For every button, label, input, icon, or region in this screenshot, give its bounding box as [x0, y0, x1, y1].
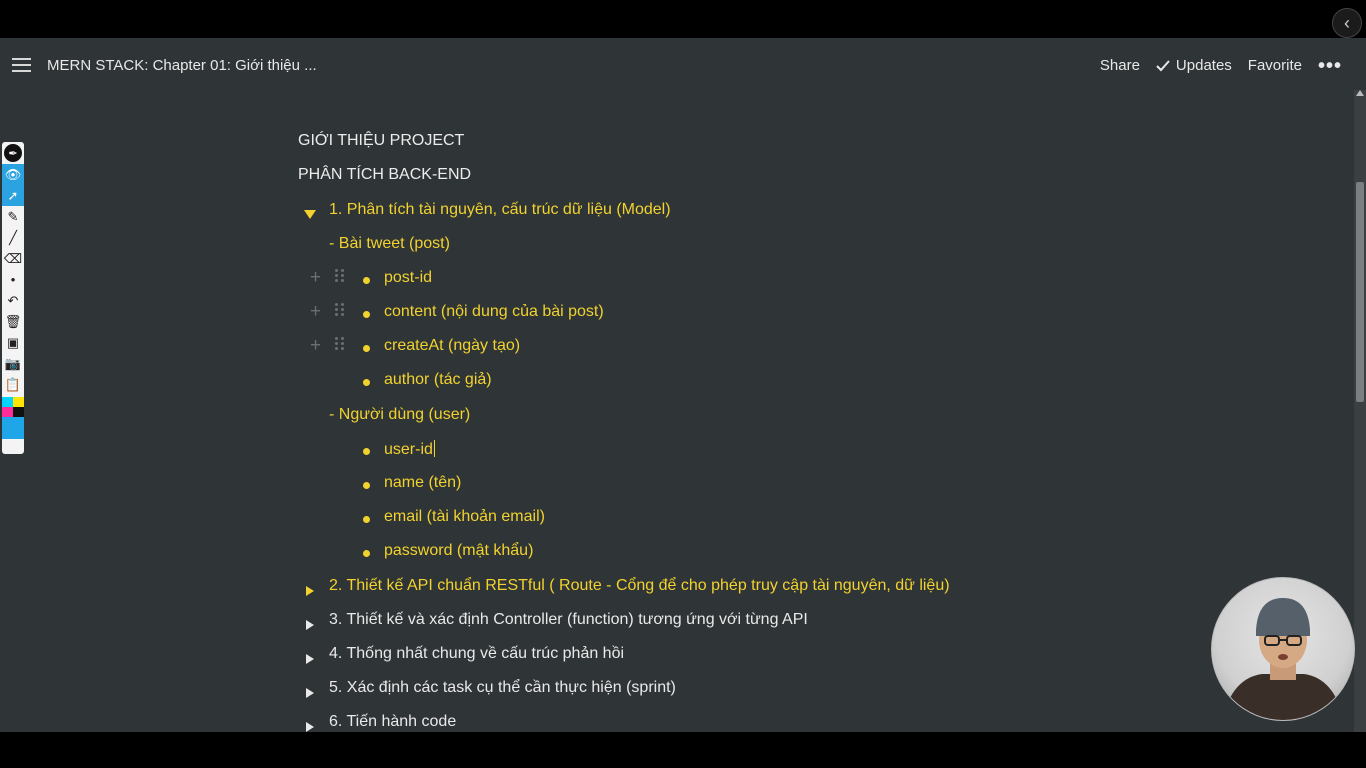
favorite-button[interactable]: Favorite: [1248, 57, 1302, 74]
list-item[interactable]: email (tài khoản email): [384, 508, 545, 526]
drag-handle-icon[interactable]: [335, 337, 345, 351]
bullet-icon: [363, 277, 370, 284]
toggle-collapsed-icon[interactable]: [306, 654, 314, 664]
checkmark-icon: [1156, 59, 1170, 71]
add-block-icon[interactable]: +: [310, 336, 321, 355]
bullet-icon: [363, 345, 370, 352]
cursor-icon[interactable]: ➚: [2, 185, 24, 206]
bullet-icon: [363, 482, 370, 489]
toggle-collapsed-icon[interactable]: [306, 586, 314, 596]
eraser-icon[interactable]: ⌫: [2, 248, 24, 269]
list-item-editing[interactable]: user-id: [384, 440, 435, 459]
toggle-section-2[interactable]: 2. Thiết kế API chuẩn RESTful ( Route - …: [329, 577, 950, 595]
trash-icon[interactable]: 🗑: [2, 311, 24, 332]
camera-icon[interactable]: 📷: [2, 353, 24, 374]
color-swatch-cyan[interactable]: [2, 397, 13, 407]
group-label-user: - Người dùng (user): [329, 406, 471, 423]
list-item[interactable]: author (tác giả): [384, 371, 492, 389]
more-options-icon[interactable]: •••: [1318, 56, 1342, 76]
color-swatch-black[interactable]: [13, 407, 24, 417]
drag-handle-icon[interactable]: [335, 303, 345, 317]
pen-icon[interactable]: ✒: [4, 144, 22, 162]
line-icon[interactable]: ╱: [2, 227, 24, 248]
toggle-collapsed-icon[interactable]: [306, 620, 314, 630]
toggle-section-4[interactable]: 4. Thống nhất chung về cấu trúc phản hồi: [329, 645, 624, 663]
toggle-section-5[interactable]: 5. Xác định các task cụ thể cần thực hiệ…: [329, 679, 676, 697]
share-button[interactable]: Share: [1100, 57, 1140, 74]
presenter-image: [1222, 598, 1344, 720]
add-block-icon[interactable]: +: [310, 268, 321, 287]
header-actions: Share Updates Favorite •••: [1100, 56, 1342, 76]
chevron-left-icon[interactable]: ‹: [1332, 8, 1362, 38]
color-swatch-blue[interactable]: [2, 417, 24, 439]
list-item[interactable]: post-id: [384, 269, 432, 287]
bullet-icon: [363, 516, 370, 523]
list-item[interactable]: name (tên): [384, 474, 461, 492]
undo-icon[interactable]: ↶: [2, 290, 24, 311]
video-top-band: [0, 0, 1366, 38]
dot-icon[interactable]: •: [2, 269, 24, 290]
list-item[interactable]: createAt (ngày tạo): [384, 337, 520, 355]
page-header: MERN STACK: Chapter 01: Giới thiệu ... S…: [0, 38, 1354, 94]
page-title[interactable]: MERN STACK: Chapter 01: Giới thiệu ...: [47, 57, 317, 74]
video-bottom-band: [0, 732, 1366, 768]
clipboard-icon[interactable]: 📋: [2, 374, 24, 395]
color-swatch-yellow[interactable]: [13, 397, 24, 407]
list-item[interactable]: password (mật khẩu): [384, 542, 533, 560]
text-cursor: [433, 440, 435, 457]
updates-label: Updates: [1175, 57, 1232, 74]
add-block-icon[interactable]: +: [310, 302, 321, 321]
group-label-post: - Bài tweet (post): [329, 235, 450, 252]
scroll-up-arrow-icon[interactable]: [1356, 90, 1364, 96]
heading-backend: PHÂN TÍCH BACK-END: [298, 166, 472, 183]
bullet-icon: [363, 448, 370, 455]
toggle-collapsed-icon[interactable]: [306, 722, 314, 732]
color-swatches: [2, 397, 24, 417]
toggle-collapsed-icon[interactable]: [306, 688, 314, 698]
bullet-icon: [363, 550, 370, 557]
toggle-section-3[interactable]: 3. Thiết kế và xác định Controller (func…: [329, 611, 808, 629]
toggle-section-1[interactable]: 1. Phân tích tài nguyên, cấu trúc dữ liệ…: [329, 201, 671, 219]
toggle-section-6[interactable]: 6. Tiến hành code: [329, 713, 456, 731]
color-swatch-magenta[interactable]: [2, 407, 13, 417]
bullet-icon: [363, 311, 370, 318]
notion-app-window: MERN STACK: Chapter 01: Giới thiệu ... S…: [0, 38, 1366, 732]
vertical-scrollbar[interactable]: [1354, 90, 1366, 732]
hamburger-menu-icon[interactable]: [12, 58, 31, 72]
list-item[interactable]: content (nội dung của bài post): [384, 303, 604, 321]
bullet-icon: [363, 379, 370, 386]
annotation-toolbar: ✒ 👁 ➚ ✎ ╱ ⌫ • ↶ 🗑 ▣ 📷 📋: [2, 142, 24, 454]
eye-icon[interactable]: 👁: [2, 164, 24, 185]
webcam-overlay: [1211, 577, 1355, 721]
toggle-expanded-icon[interactable]: [304, 210, 316, 219]
drag-handle-icon[interactable]: [335, 269, 345, 283]
list-item-text: user-id: [384, 441, 433, 458]
screen-icon[interactable]: ▣: [2, 332, 24, 353]
heading-intro: GIỚI THIỆU PROJECT: [298, 132, 465, 149]
scrollbar-thumb[interactable]: [1356, 182, 1364, 402]
updates-button[interactable]: Updates: [1156, 57, 1232, 74]
highlighter-icon[interactable]: ✎: [2, 206, 24, 227]
